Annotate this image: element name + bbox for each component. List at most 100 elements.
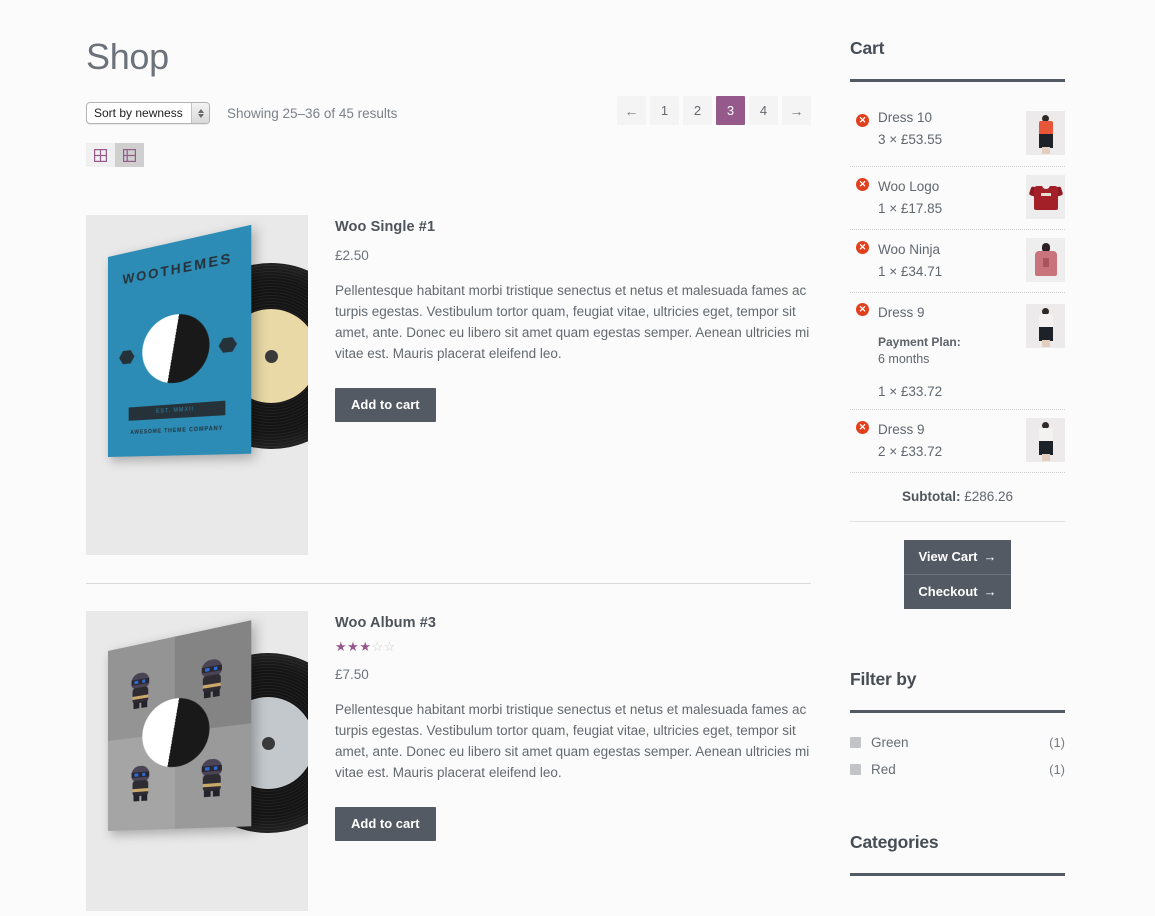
- cart-item-thumbnail[interactable]: [1026, 111, 1065, 155]
- list-view-icon: [123, 149, 136, 162]
- remove-item-icon[interactable]: ✕: [856, 114, 869, 127]
- record-sleeve-blue: WOOTHEMES EST. MMXII AWESOME THEME COMPA…: [108, 225, 251, 457]
- cart-widget: Cart ✕ Dress 10 3 × £53.55 ✕ Woo: [850, 38, 1065, 609]
- cart-item-thumbnail[interactable]: [1026, 175, 1065, 219]
- record-sleeve-ninja: [108, 620, 251, 831]
- filter-label: Red: [871, 762, 1049, 777]
- pagination-page-4[interactable]: 4: [749, 96, 778, 125]
- sleeve-badge-left: [119, 350, 134, 365]
- cart-item-name[interactable]: Dress 9: [878, 305, 1019, 321]
- product-description: Pellentesque habitant morbi tristique se…: [335, 280, 811, 364]
- product-description: Pellentesque habitant morbi tristique se…: [335, 699, 811, 783]
- cart-item-thumbnail[interactable]: [1026, 238, 1065, 282]
- sleeve-subtitle-text: AWESOME THEME COMPANY: [108, 424, 251, 437]
- dress-9-thumb-art: [1026, 304, 1065, 348]
- ninja-icon: [130, 671, 152, 710]
- woo-ninja-hoodie-thumb-art: [1026, 238, 1065, 282]
- filter-title-rule: [850, 710, 1065, 713]
- filter-item-red[interactable]: Red (1): [850, 756, 1065, 783]
- view-mode-toggle: [86, 143, 811, 167]
- checkout-button[interactable]: Checkout →: [904, 574, 1011, 609]
- cart-item-name[interactable]: Dress 10: [878, 110, 1019, 126]
- cart-item-name[interactable]: Woo Logo: [878, 179, 1019, 195]
- filter-label: Green: [871, 735, 1049, 750]
- product-list: WOOTHEMES EST. MMXII AWESOME THEME COMPA…: [86, 215, 811, 916]
- product-image-woo-single-1[interactable]: WOOTHEMES EST. MMXII AWESOME THEME COMPA…: [86, 215, 308, 555]
- pagination-page-1[interactable]: 1: [650, 96, 679, 125]
- dress-10-thumb-art: [1026, 111, 1065, 155]
- product-info: Woo Album #3 ★★★☆☆ £7.50 Pellentesque ha…: [335, 611, 811, 911]
- cart-item-meta: Payment Plan: 6 months: [878, 335, 1019, 366]
- star-filled-icon: ★: [347, 639, 359, 654]
- dress-9-thumb-art: [1026, 418, 1065, 462]
- cart-item: ✕ Woo Logo 1 × £17.85: [850, 166, 1065, 229]
- sort-select-wrapper[interactable]: Sort by newness: [86, 102, 210, 124]
- shop-page: Shop Sort by newness Showing 25–36 of 45…: [0, 0, 1155, 916]
- cart-item-list: ✕ Dress 10 3 × £53.55 ✕ Woo Logo 1 × £17…: [850, 103, 1065, 472]
- filter-count: (1): [1049, 735, 1065, 750]
- checkout-label: Checkout: [918, 584, 977, 599]
- cart-item: ✕ Dress 10 3 × £53.55: [850, 103, 1065, 166]
- remove-item-icon[interactable]: ✕: [856, 421, 869, 434]
- pagination: ← 1 2 3 4 →: [617, 96, 811, 125]
- sleeve-badge-right: [219, 337, 238, 354]
- cart-item-thumbnail[interactable]: [1026, 304, 1065, 348]
- pagination-prev[interactable]: ←: [617, 96, 646, 125]
- subtotal-label: Subtotal:: [902, 489, 961, 504]
- arrow-right-icon: →: [984, 584, 997, 599]
- sleeve-brand-text: WOOTHEMES: [108, 245, 251, 290]
- main-content: Shop Sort by newness Showing 25–36 of 45…: [86, 0, 811, 916]
- cart-title: Cart: [850, 38, 1065, 59]
- grid-view-icon: [94, 149, 107, 162]
- product-price: £2.50: [335, 248, 811, 263]
- cart-item-qty-price: 1 × £33.72: [878, 384, 1019, 399]
- cart-item-qty-price: 2 × £33.72: [878, 444, 1019, 459]
- remove-item-icon[interactable]: ✕: [856, 241, 869, 254]
- woo-logo-tee-thumb-art: [1026, 175, 1065, 219]
- filter-count: (1): [1049, 762, 1065, 777]
- cart-item: ✕ Dress 9 2 × £33.72: [850, 409, 1065, 472]
- view-cart-button[interactable]: View Cart→: [904, 540, 1011, 574]
- product-info: Woo Single #1 £2.50 Pellentesque habitan…: [335, 215, 811, 555]
- cart-item-qty-price: 1 × £17.85: [878, 201, 1019, 216]
- add-to-cart-button[interactable]: Add to cart: [335, 388, 436, 422]
- product-image-woo-album-3[interactable]: [86, 611, 308, 911]
- payment-plan-value: 6 months: [878, 352, 1019, 366]
- remove-item-icon[interactable]: ✕: [856, 303, 869, 316]
- cart-item: ✕ Dress 9 Payment Plan: 6 months 1 × £33…: [850, 292, 1065, 409]
- product-title[interactable]: Woo Single #1: [335, 219, 811, 235]
- add-to-cart-button[interactable]: Add to cart: [335, 807, 436, 841]
- ninja-icon: [130, 765, 152, 802]
- filter-list: Green (1) Red (1): [850, 729, 1065, 783]
- product-rating: ★★★☆☆: [335, 640, 811, 654]
- filter-widget: Filter by Green (1) Red (1): [850, 669, 1065, 783]
- ninja-icon: [200, 657, 225, 699]
- sleeve-ribbon-text: EST. MMXII: [129, 401, 226, 421]
- filter-item-green[interactable]: Green (1): [850, 729, 1065, 756]
- pagination-page-3-current[interactable]: 3: [716, 96, 745, 125]
- cart-item-thumbnail[interactable]: [1026, 418, 1065, 462]
- product-price: £7.50: [335, 667, 811, 682]
- list-view-button[interactable]: [115, 143, 144, 167]
- pagination-page-2[interactable]: 2: [683, 96, 712, 125]
- sidebar: Cart ✕ Dress 10 3 × £53.55 ✕ Woo: [850, 0, 1065, 876]
- remove-item-icon[interactable]: ✕: [856, 178, 869, 191]
- star-empty-icon: ☆: [371, 639, 383, 654]
- subtotal-value: £286.26: [964, 489, 1013, 504]
- star-empty-icon: ☆: [384, 639, 396, 654]
- view-cart-label: View Cart: [918, 549, 977, 564]
- result-count: Showing 25–36 of 45 results: [227, 106, 397, 121]
- grid-view-button[interactable]: [86, 143, 115, 167]
- cart-item-name[interactable]: Woo Ninja: [878, 242, 1019, 258]
- sort-select[interactable]: Sort by newness: [86, 102, 210, 124]
- filter-title: Filter by: [850, 669, 1065, 690]
- cart-item-qty-price: 1 × £34.71: [878, 264, 1019, 279]
- pagination-next[interactable]: →: [782, 96, 811, 125]
- vinyl-artwork: [86, 611, 308, 911]
- payment-plan-label: Payment Plan:: [878, 335, 1019, 349]
- categories-title: Categories: [850, 832, 1065, 853]
- star-filled-icon: ★: [335, 639, 347, 654]
- cart-item-name[interactable]: Dress 9: [878, 422, 1019, 438]
- product-item: Woo Album #3 ★★★☆☆ £7.50 Pellentesque ha…: [86, 583, 811, 916]
- product-title[interactable]: Woo Album #3: [335, 615, 811, 631]
